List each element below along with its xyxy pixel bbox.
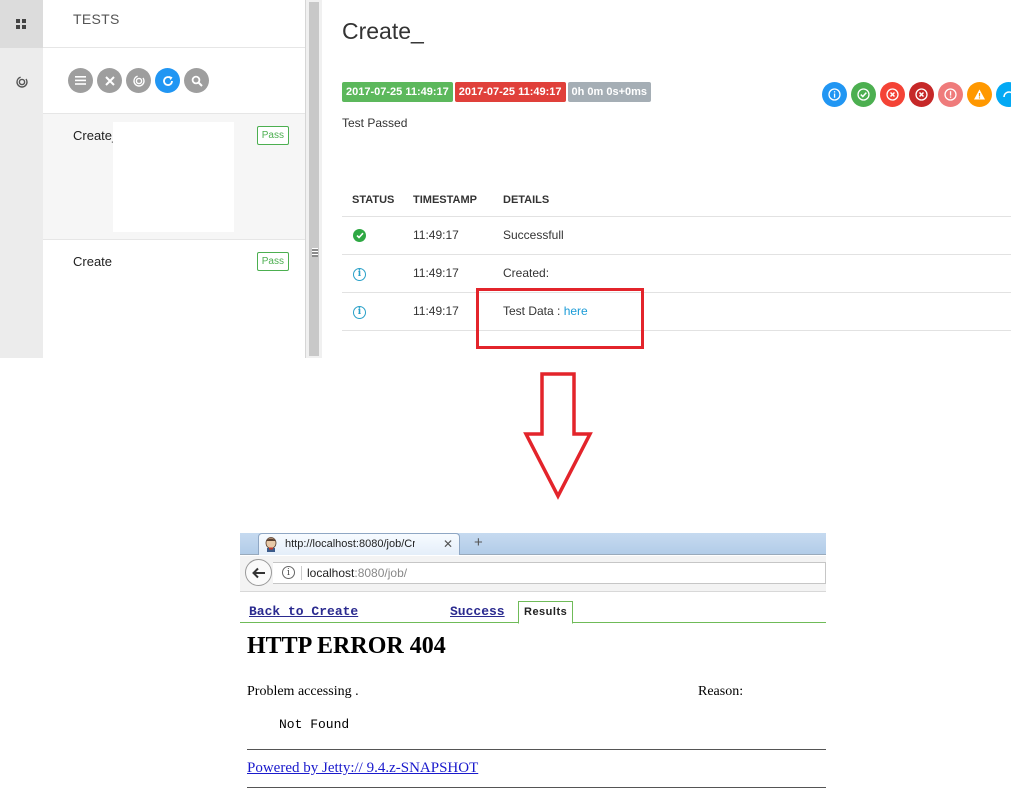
reason-label: Reason: <box>698 684 744 699</box>
url-path: :8080/job/ <box>354 566 408 580</box>
back-arrow-icon <box>251 567 265 578</box>
refresh-icon <box>162 75 173 86</box>
status-column-header: STATUS <box>342 184 403 217</box>
test-status-text: Test Passed <box>342 116 408 130</box>
timestamp-cell: 11:49:17 <box>403 254 493 293</box>
details-cell: Created: <box>493 254 1011 293</box>
warning-icon[interactable] <box>967 82 992 107</box>
scroll-thumb[interactable] <box>309 2 319 356</box>
browser-tab-strip: http://localhost:8080/job/Cre ✕ + <box>240 533 826 555</box>
timestamp-cell: 11:49:17 <box>403 216 493 255</box>
test-toolbar <box>68 68 209 93</box>
tab-title: http://localhost:8080/job/Cre <box>285 538 415 550</box>
list-toggle-button[interactable] <box>68 68 93 93</box>
scroll-grip-icon <box>312 248 318 257</box>
jenkins-tab-bar: Back to Create Success Results <box>240 593 826 624</box>
report-screenshot: TESTS Create_ Pass Create Pass Create_ 2… <box>0 0 1011 358</box>
clear-filter-button[interactable] <box>97 68 122 93</box>
powered-by-link[interactable]: Powered by Jetty:// 9.4.z-SNAPSHOT <box>247 760 478 777</box>
nav-strip <box>0 0 43 358</box>
dashboard-icon <box>16 18 26 29</box>
status-badge: Pass <box>256 126 289 145</box>
fingerprint-icon <box>15 76 28 88</box>
fingerprint-icon <box>132 74 145 87</box>
table-row: i 11:49:17 Test Data : here <box>342 292 1011 331</box>
start-time-badge: 2017-07-25 11:49:17 <box>342 82 453 102</box>
divider <box>301 566 302 580</box>
test-name: Create <box>73 254 113 269</box>
jenkins-favicon-icon <box>265 537 277 552</box>
close-icon <box>104 75 115 86</box>
tab-close-icon[interactable]: ✕ <box>443 537 453 551</box>
test-title: Create_ <box>342 18 424 44</box>
skip-icon[interactable] <box>996 82 1011 107</box>
browser-window: http://localhost:8080/job/Cre ✕ + i loca… <box>240 533 826 795</box>
error-icon[interactable] <box>938 82 963 107</box>
info-status-icon: i <box>353 267 366 281</box>
time-badges: 2017-07-25 11:49:17 2017-07-25 11:49:17 … <box>342 82 652 102</box>
list-icon <box>75 76 86 85</box>
test-list-panel: TESTS Create_ Pass Create Pass <box>43 0 305 358</box>
search-button[interactable] <box>184 68 209 93</box>
divider <box>247 749 826 750</box>
duration-badge: 0h 0m 0s+0ms <box>567 82 652 102</box>
test-detail-pane: Create_ 2017-07-25 11:49:17 2017-07-25 1… <box>322 0 1011 358</box>
info-icon[interactable] <box>822 82 847 107</box>
timestamp-column-header: TIMESTAMP <box>403 184 493 217</box>
vertical-scrollbar[interactable] <box>305 0 322 358</box>
info-status-icon: i <box>353 305 366 319</box>
error-title: HTTP ERROR 404 <box>247 633 446 659</box>
divider <box>43 47 305 48</box>
tab-results[interactable]: Results <box>518 601 574 624</box>
down-arrow-icon <box>523 372 593 500</box>
page-content: Back to Create Success Results HTTP ERRO… <box>240 593 826 795</box>
search-icon <box>191 75 203 87</box>
success-link[interactable]: Success <box>450 604 505 619</box>
fatal-icon[interactable] <box>909 82 934 107</box>
category-filter-button[interactable] <box>126 68 151 93</box>
url-text: localhost:8080/job/ <box>307 566 407 580</box>
fail-icon[interactable] <box>880 82 905 107</box>
refresh-button[interactable] <box>155 68 180 93</box>
reason-value: Not Found <box>279 717 350 732</box>
pass-status-icon <box>353 229 366 242</box>
test-log-table: STATUS TIMESTAMP DETAILS 11:49:17 Succes… <box>342 184 1011 331</box>
dashboard-nav-button[interactable] <box>0 0 43 48</box>
highlight-annotation-box <box>476 288 644 349</box>
pass-icon[interactable] <box>851 82 876 107</box>
test-list-item[interactable]: Create Pass <box>43 240 305 290</box>
table-row: i 11:49:17 Created: <box>342 254 1011 293</box>
table-row: 11:49:17 Successfull <box>342 216 1011 255</box>
back-to-job-link[interactable]: Back to Create <box>249 604 359 619</box>
browser-tab[interactable]: http://localhost:8080/job/Cre ✕ <box>258 533 460 555</box>
address-bar: i localhost:8080/job/ <box>240 556 826 592</box>
problem-text: Problem accessing . <box>247 684 359 699</box>
test-list-item[interactable]: Create_ Pass <box>43 113 305 240</box>
url-input[interactable]: i localhost:8080/job/ <box>273 562 826 584</box>
back-button[interactable] <box>245 559 272 586</box>
url-host: localhost <box>307 566 355 580</box>
analysis-nav-button[interactable] <box>0 64 43 100</box>
end-time-badge: 2017-07-25 11:49:17 <box>454 82 566 102</box>
redacted-area <box>113 122 234 232</box>
details-column-header: DETAILS <box>493 184 1011 217</box>
details-cell: Successfull <box>493 216 1011 255</box>
status-filter-icons <box>822 82 1011 107</box>
tests-heading: TESTS <box>73 11 120 27</box>
divider <box>247 787 826 788</box>
table-header-row: STATUS TIMESTAMP DETAILS <box>342 184 1011 217</box>
status-badge: Pass <box>256 252 289 271</box>
site-info-icon[interactable]: i <box>282 566 295 579</box>
new-tab-icon[interactable]: + <box>474 534 483 551</box>
